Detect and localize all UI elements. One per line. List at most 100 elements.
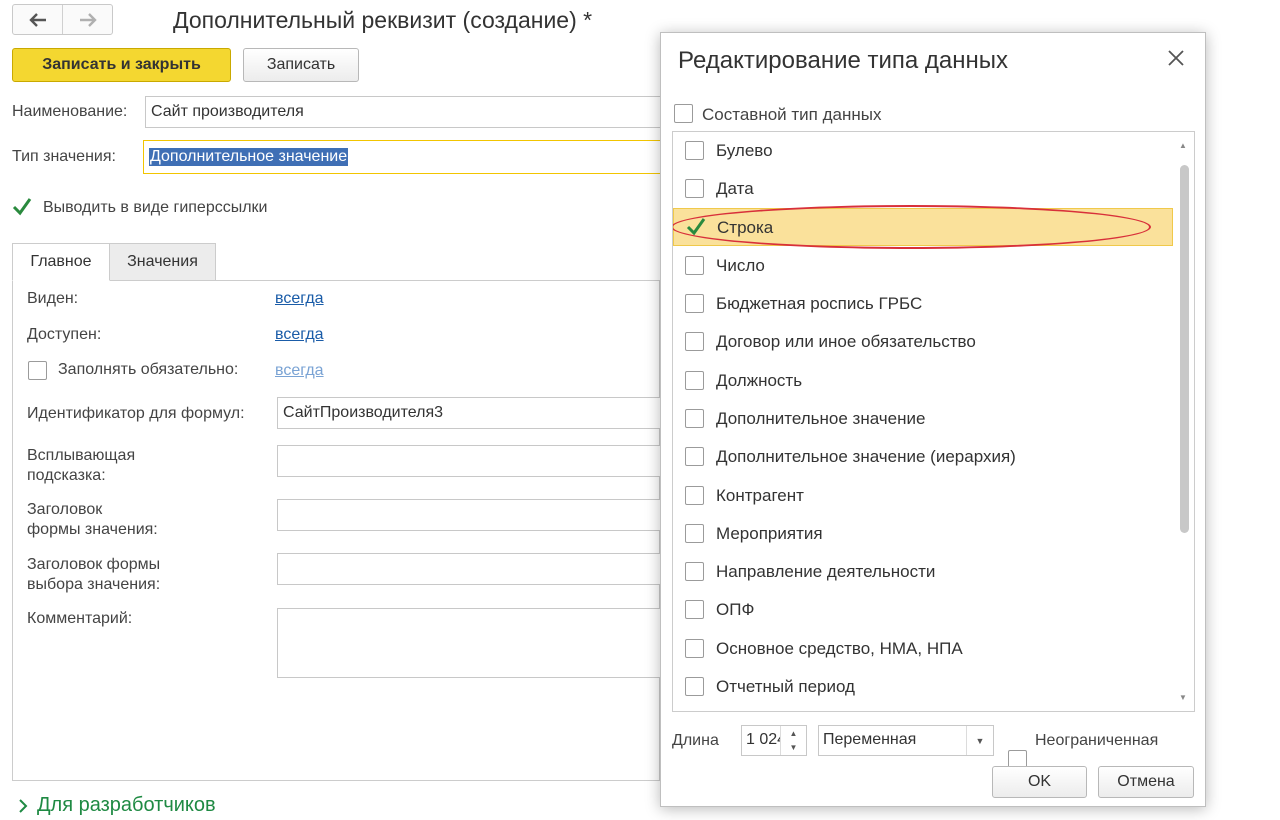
- type-label: Контрагент: [716, 486, 804, 505]
- spin-down-icon[interactable]: ▼: [781, 740, 806, 754]
- type-checkbox[interactable]: [685, 486, 704, 505]
- type-checkbox[interactable]: [685, 332, 704, 351]
- required-checkbox[interactable]: [28, 361, 47, 380]
- available-link[interactable]: всегда: [275, 326, 324, 344]
- unlimited-label: Неограниченная: [1035, 732, 1159, 749]
- dialog-title: Редактирование типа данных: [678, 47, 1009, 74]
- scroll-down-icon[interactable]: ▼: [1178, 693, 1188, 703]
- hyperlink-checkbox[interactable]: [11, 196, 33, 223]
- type-checkbox[interactable]: [685, 294, 704, 313]
- required-label: Заполнять обязательно:: [58, 361, 239, 378]
- tooltip-label: Всплывающая подсказка:: [27, 447, 136, 484]
- type-label: Направление деятельности: [716, 562, 936, 581]
- type-list-item[interactable]: Направление деятельности: [673, 553, 1173, 591]
- type-list-item[interactable]: Основное средство, НМА, НПА: [673, 630, 1173, 668]
- formula-id-input[interactable]: СайтПроизводителя3: [277, 397, 677, 429]
- tab-main[interactable]: Главное: [12, 243, 110, 281]
- composite-type-checkbox[interactable]: [674, 104, 693, 123]
- close-icon: [1168, 50, 1184, 66]
- cancel-button[interactable]: Отмена: [1098, 766, 1194, 798]
- type-label: Число: [716, 256, 765, 275]
- type-list-item[interactable]: Мероприятия: [673, 515, 1173, 553]
- type-checkbox[interactable]: [685, 256, 704, 275]
- type-label: ОПФ: [716, 600, 755, 619]
- dropdown-icon[interactable]: ▼: [966, 726, 993, 755]
- length-mode-select[interactable]: Переменная ▼: [818, 725, 994, 756]
- type-checkbox[interactable]: [685, 677, 704, 696]
- developer-section-toggle[interactable]: Для разработчиков: [17, 794, 216, 817]
- tab-values[interactable]: Значения: [109, 243, 216, 281]
- visible-label: Виден:: [27, 290, 79, 307]
- ok-button[interactable]: OK: [992, 766, 1087, 798]
- type-label: Дополнительное значение (иерархия): [716, 447, 1016, 466]
- required-link[interactable]: всегда: [275, 362, 324, 380]
- spin-up-icon[interactable]: ▲: [781, 726, 806, 740]
- visible-link[interactable]: всегда: [275, 290, 324, 308]
- type-label: Мероприятия: [716, 524, 823, 543]
- type-checkbox[interactable]: [685, 141, 704, 160]
- back-button[interactable]: [13, 5, 62, 34]
- type-checkbox[interactable]: [685, 409, 704, 428]
- type-list[interactable]: Булево Дата Строка Число Бюджетная роспи…: [672, 131, 1195, 712]
- formula-id-value: СайтПроизводителя3: [283, 404, 444, 421]
- type-list-item[interactable]: Контрагент: [673, 477, 1173, 515]
- available-label: Доступен:: [27, 326, 102, 343]
- name-input-value: Сайт производителя: [151, 103, 304, 120]
- type-checkbox[interactable]: [685, 600, 704, 619]
- comment-textarea[interactable]: [277, 608, 677, 678]
- type-checkbox[interactable]: [685, 179, 704, 198]
- type-list-item[interactable]: Дата: [673, 170, 1173, 208]
- length-mode-value: Переменная: [823, 731, 917, 748]
- choice-form-title-input[interactable]: [277, 553, 677, 585]
- type-list-item[interactable]: Дополнительное значение: [673, 400, 1173, 438]
- length-input[interactable]: 1 024 ▲ ▼: [741, 725, 807, 756]
- type-checkbox[interactable]: [685, 639, 704, 658]
- type-list-item-selected[interactable]: Строка: [673, 205, 1173, 249]
- close-button[interactable]: [1167, 49, 1187, 69]
- name-label: Наименование:: [12, 103, 128, 120]
- hyperlink-label: Выводить в виде гиперссылки: [43, 199, 268, 216]
- type-label: Строка: [717, 218, 774, 237]
- type-list-scrollbar[interactable]: ▲ ▼: [1173, 133, 1193, 710]
- type-list-item[interactable]: ОПФ: [673, 591, 1173, 629]
- type-list-item[interactable]: Бюджетная роспись ГРБС: [673, 285, 1173, 323]
- scroll-up-icon[interactable]: ▲: [1178, 141, 1188, 151]
- value-type-input[interactable]: Дополнительное значение: [143, 140, 683, 174]
- value-type-input-value: Дополнительное значение: [149, 148, 349, 166]
- type-checkbox[interactable]: [685, 447, 704, 466]
- composite-type-label: Составной тип данных: [702, 105, 882, 124]
- type-list-item[interactable]: Договор или иное обязательство: [673, 323, 1173, 361]
- type-list-item[interactable]: Отчетный период: [673, 668, 1173, 706]
- value-form-title-input[interactable]: [277, 499, 677, 531]
- type-label: Булево: [716, 141, 773, 160]
- save-and-close-button[interactable]: Записать и закрыть: [12, 48, 231, 82]
- chevron-right-icon: [19, 798, 28, 813]
- length-label: Длина: [672, 732, 719, 749]
- type-list-item[interactable]: Булево: [673, 132, 1173, 170]
- type-label: Должность: [716, 371, 803, 390]
- value-form-title-label: Заголовок формы значения:: [27, 501, 158, 538]
- type-label: Бюджетная роспись ГРБС: [716, 294, 923, 313]
- type-label: Дата: [716, 179, 754, 198]
- value-type-label: Тип значения:: [12, 148, 116, 165]
- save-button[interactable]: Записать: [243, 48, 359, 82]
- type-checkbox-checked[interactable]: [685, 216, 707, 243]
- comment-label: Комментарий:: [27, 610, 133, 627]
- type-checkbox[interactable]: [685, 524, 704, 543]
- type-label: Дополнительное значение: [716, 409, 926, 428]
- name-input[interactable]: Сайт производителя: [145, 96, 685, 128]
- forward-button[interactable]: [63, 5, 112, 34]
- type-list-item[interactable]: Число: [673, 247, 1173, 285]
- length-spinner[interactable]: ▲ ▼: [780, 726, 806, 755]
- type-checkbox[interactable]: [685, 562, 704, 581]
- scrollbar-thumb[interactable]: [1180, 165, 1189, 533]
- formula-id-label: Идентификатор для формул:: [27, 405, 245, 422]
- tooltip-input[interactable]: [277, 445, 677, 477]
- arrow-right-icon: [79, 12, 97, 27]
- developer-section-label: Для разработчиков: [37, 794, 216, 816]
- type-list-item[interactable]: Дополнительное значение (иерархия): [673, 438, 1173, 476]
- arrow-left-icon: [28, 12, 46, 27]
- type-checkbox[interactable]: [685, 371, 704, 390]
- type-list-item[interactable]: Должность: [673, 362, 1173, 400]
- length-value: 1 024: [746, 731, 780, 748]
